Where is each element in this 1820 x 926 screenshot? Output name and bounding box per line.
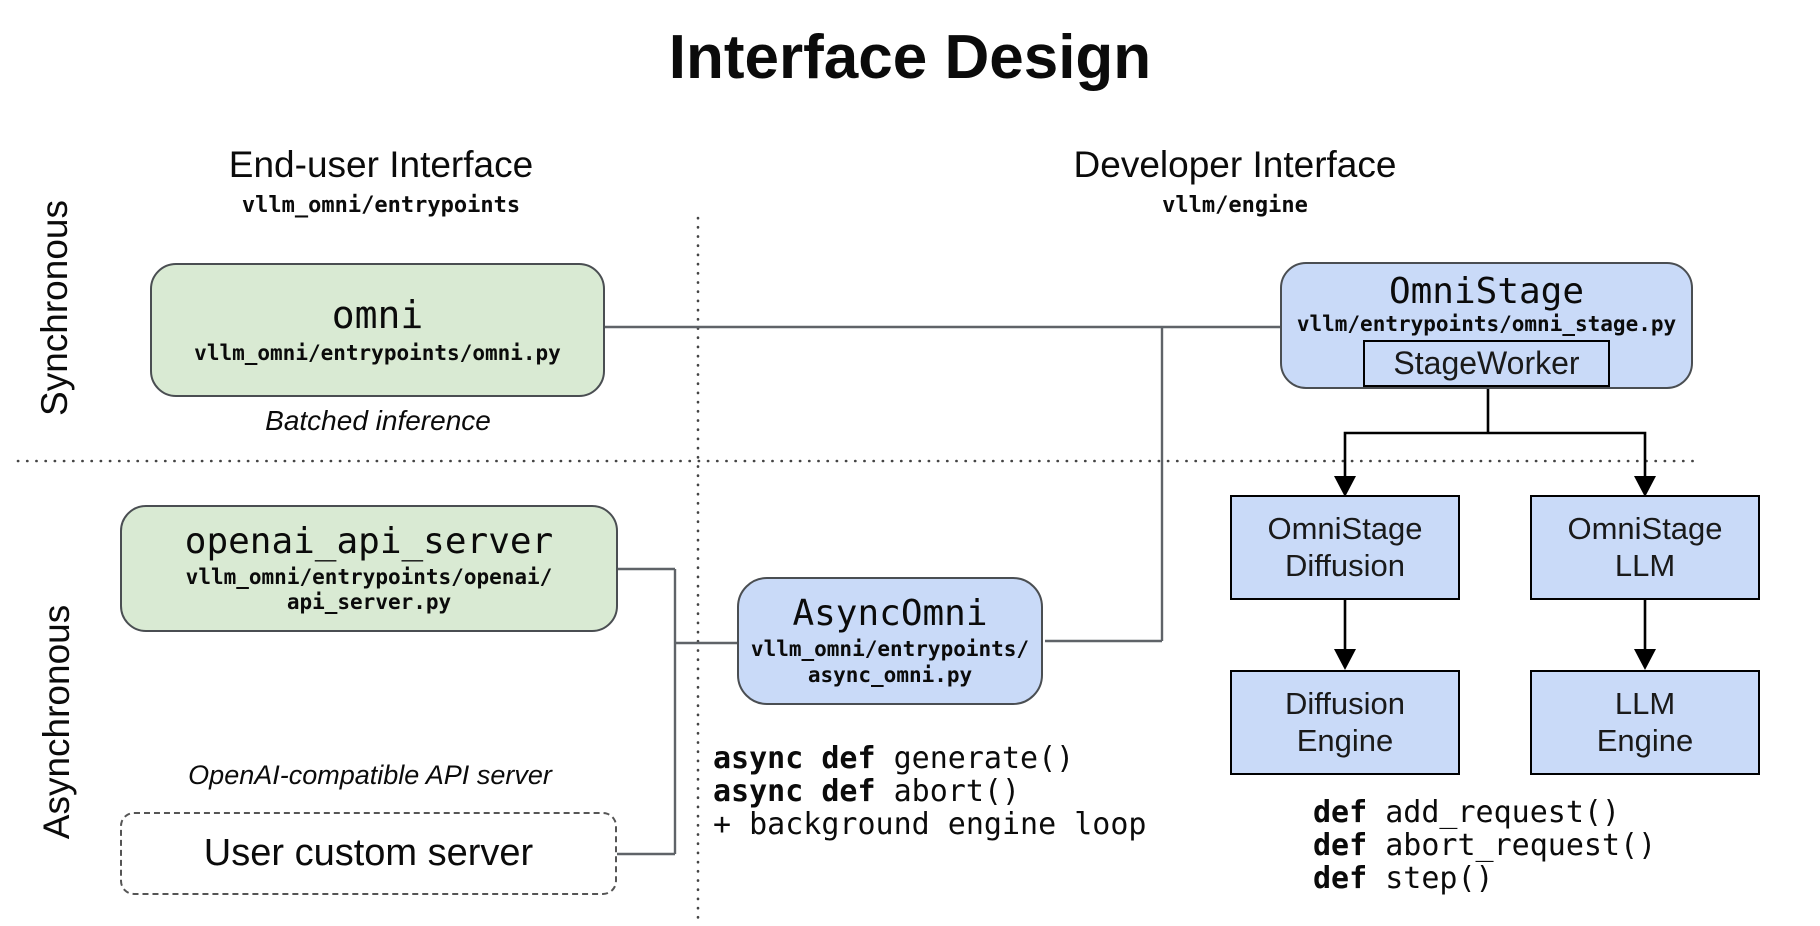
code-rest: generate() <box>876 741 1075 776</box>
user-custom-server-label: User custom server <box>204 832 533 875</box>
openai-api-server-path-line1: vllm_omni/entrypoints/openai/ <box>186 565 553 590</box>
omni-stage-diffusion-line1: OmniStage <box>1267 511 1422 548</box>
omni-stage-box: OmniStage vllm/entrypoints/omni_stage.py… <box>1280 262 1693 389</box>
interface-design-diagram: Interface Design End-user Interface vllm… <box>0 0 1820 926</box>
code-line: def abort_request() <box>1313 829 1656 862</box>
code-line: def step() <box>1313 862 1656 895</box>
developer-interface-heading: Developer Interface <box>975 144 1495 186</box>
arrowhead-to-llm-engine <box>1634 649 1656 670</box>
end-user-interface-path: vllm_omni/entrypoints <box>121 193 641 218</box>
omni-stage-diffusion-line2: Diffusion <box>1285 548 1405 585</box>
openai-api-server-box: openai_api_server vllm_omni/entrypoints/… <box>120 505 618 632</box>
code-keyword: def <box>1313 861 1367 896</box>
stage-worker-box: StageWorker <box>1363 340 1610 387</box>
code-keyword: async def <box>713 774 876 809</box>
async-omni-path-line2: async_omni.py <box>808 663 972 688</box>
async-omni-path-line1: vllm_omni/entrypoints/ <box>751 637 1029 662</box>
developer-interface-path: vllm/engine <box>975 193 1495 218</box>
user-custom-server-box: User custom server <box>120 812 617 895</box>
page-title: Interface Design <box>0 22 1820 93</box>
stageworker-branch-horizontal <box>1345 433 1645 477</box>
omni-stage-llm-line1: OmniStage <box>1567 511 1722 548</box>
omni-stage-path: vllm/entrypoints/omni_stage.py <box>1297 312 1676 337</box>
code-rest: + background engine loop <box>713 807 1146 842</box>
asynchronous-row-label: Asynchronous <box>36 605 78 839</box>
code-keyword: def <box>1313 795 1367 830</box>
code-rest: add_request() <box>1367 795 1620 830</box>
diffusion-engine-line1: Diffusion <box>1285 686 1405 723</box>
arrowhead-to-omnistage-diffusion <box>1334 476 1356 497</box>
openai-compatible-caption: OpenAI-compatible API server <box>120 760 620 791</box>
omni-stage-diffusion-box: OmniStage Diffusion <box>1230 495 1460 600</box>
stage-worker-label: StageWorker <box>1393 345 1579 382</box>
code-rest: abort_request() <box>1367 828 1656 863</box>
async-omni-box: AsyncOmni vllm_omni/entrypoints/ async_o… <box>737 577 1043 705</box>
llm-engine-line2: Engine <box>1597 723 1694 760</box>
omni-stage-llm-box: OmniStage LLM <box>1530 495 1760 600</box>
async-omni-title: AsyncOmni <box>792 594 987 634</box>
code-keyword: def <box>1313 828 1367 863</box>
code-line: def add_request() <box>1313 796 1656 829</box>
code-rest: abort() <box>876 774 1021 809</box>
synchronous-row-label: Synchronous <box>34 200 76 416</box>
engine-api-code-block: def add_request() def abort_request() de… <box>1313 796 1656 895</box>
batched-inference-caption: Batched inference <box>178 405 578 437</box>
arrowhead-to-omnistage-llm <box>1634 476 1656 497</box>
code-line: async def generate() <box>713 742 1146 775</box>
omni-box-path: vllm_omni/entrypoints/omni.py <box>194 341 561 366</box>
omnistage-line-to-asyncomni-connector <box>1045 327 1162 641</box>
end-user-interface-heading: End-user Interface <box>121 144 641 186</box>
diffusion-engine-line2: Engine <box>1297 723 1394 760</box>
code-keyword: async def <box>713 741 876 776</box>
omni-box: omni vllm_omni/entrypoints/omni.py <box>150 263 605 397</box>
code-line: async def abort() <box>713 775 1146 808</box>
code-line: + background engine loop <box>713 808 1146 841</box>
omni-stage-llm-line2: LLM <box>1615 548 1675 585</box>
code-rest: step() <box>1367 861 1493 896</box>
llm-engine-line1: LLM <box>1615 686 1675 723</box>
omni-stage-title: OmniStage <box>1389 272 1584 312</box>
llm-engine-box: LLM Engine <box>1530 670 1760 775</box>
arrowhead-to-diffusion-engine <box>1334 649 1356 670</box>
diffusion-engine-box: Diffusion Engine <box>1230 670 1460 775</box>
openai-api-server-title: openai_api_server <box>185 522 553 562</box>
omni-box-title: omni <box>332 294 424 337</box>
openai-api-server-path-line2: api_server.py <box>287 590 451 615</box>
async-api-code-block: async def generate() async def abort() +… <box>713 742 1146 841</box>
